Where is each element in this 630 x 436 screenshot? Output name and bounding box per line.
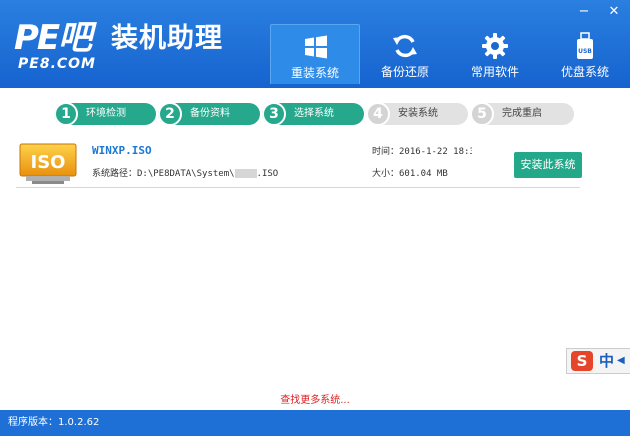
step-label: 环境检测 (86, 108, 126, 119)
usb-icon: USB (577, 32, 593, 59)
window-controls: − ✕ (576, 4, 622, 20)
usb-text: USB (578, 48, 592, 55)
step-number: 2 (158, 102, 182, 126)
status-bar: 程序版本：1.0.2.62 (0, 410, 630, 436)
step-label: 完成重启 (502, 108, 542, 119)
main-nav: 重装系统 备份还原 常用软件 USB 优盘系统 (270, 24, 630, 84)
file-size: 大小：601.04 MB (372, 169, 448, 179)
logo-url: PE8.COM (18, 56, 96, 72)
ime-language[interactable]: 中 (599, 351, 614, 371)
step-label: 备份资料 (190, 108, 230, 119)
step-5: 5 完成重启 (470, 102, 574, 126)
step-label: 安装系统 (398, 108, 438, 119)
nav-common-software[interactable]: 常用软件 (450, 24, 540, 84)
file-path-suffix: .ISO (256, 169, 279, 179)
refresh-icon (393, 34, 417, 58)
step-2: 2 备份资料 (158, 102, 260, 126)
step-1: 1 环境检测 (54, 102, 156, 126)
find-more-systems-link[interactable]: 查找更多系统... (0, 391, 630, 406)
file-list-item[interactable]: ISO WINXP.ISO 系统路径：D:\PE8DATA\System\ .IS… (16, 138, 582, 188)
nav-usb-system[interactable]: USB 优盘系统 (540, 24, 630, 84)
file-name[interactable]: WINXP.ISO (92, 144, 152, 157)
nav-backup-restore[interactable]: 备份还原 (360, 24, 450, 84)
nav-label: 重装系统 (290, 66, 339, 80)
iso-label: ISO (31, 152, 66, 173)
step-number: 5 (470, 102, 494, 126)
logo-mark: PE吧 (14, 18, 92, 58)
windows-icon (305, 35, 327, 59)
step-4: 4 安装系统 (366, 102, 468, 126)
nav-reinstall-system[interactable]: 重装系统 (270, 24, 360, 84)
file-path-prefix: 系统路径：D:\PE8DATA\System\ (92, 169, 235, 179)
nav-label: 备份还原 (380, 65, 429, 79)
sogou-logo-icon: S (571, 351, 593, 371)
progress-steps: 1 环境检测 2 备份资料 3 选择系统 4 安装系统 5 完成重启 (54, 102, 574, 126)
iso-file-icon: ISO (19, 143, 77, 184)
install-system-button[interactable]: 安装此系统 (514, 152, 582, 178)
program-version: 程序版本：1.0.2.62 (8, 417, 100, 428)
gear-icon (482, 33, 508, 59)
close-button[interactable]: ✕ (606, 4, 622, 20)
minimize-button[interactable]: − (576, 4, 592, 20)
step-3: 3 选择系统 (262, 102, 364, 126)
ime-toolbar[interactable]: S 中 ◀ (566, 348, 630, 374)
nav-label: 优盘系统 (560, 65, 609, 79)
title-bar: PE吧 装机助理 PE8.COM − ✕ 重装系统 备份还原 常用软件 USB … (0, 0, 630, 88)
chevron-left-icon: ◀ (617, 355, 625, 366)
step-number: 3 (262, 102, 286, 126)
step-label: 选择系统 (294, 108, 334, 119)
app-title: 装机助理 (111, 23, 223, 54)
file-path: 系统路径：D:\PE8DATA\System\ .ISO (92, 166, 278, 179)
nav-label: 常用软件 (470, 65, 519, 79)
step-number: 4 (366, 102, 390, 126)
step-number: 1 (54, 102, 78, 126)
app-logo: PE吧 装机助理 PE8.COM (14, 18, 244, 78)
file-time: 时间：2016-1-22 18:3 (372, 147, 472, 157)
redacted-segment (234, 169, 257, 178)
